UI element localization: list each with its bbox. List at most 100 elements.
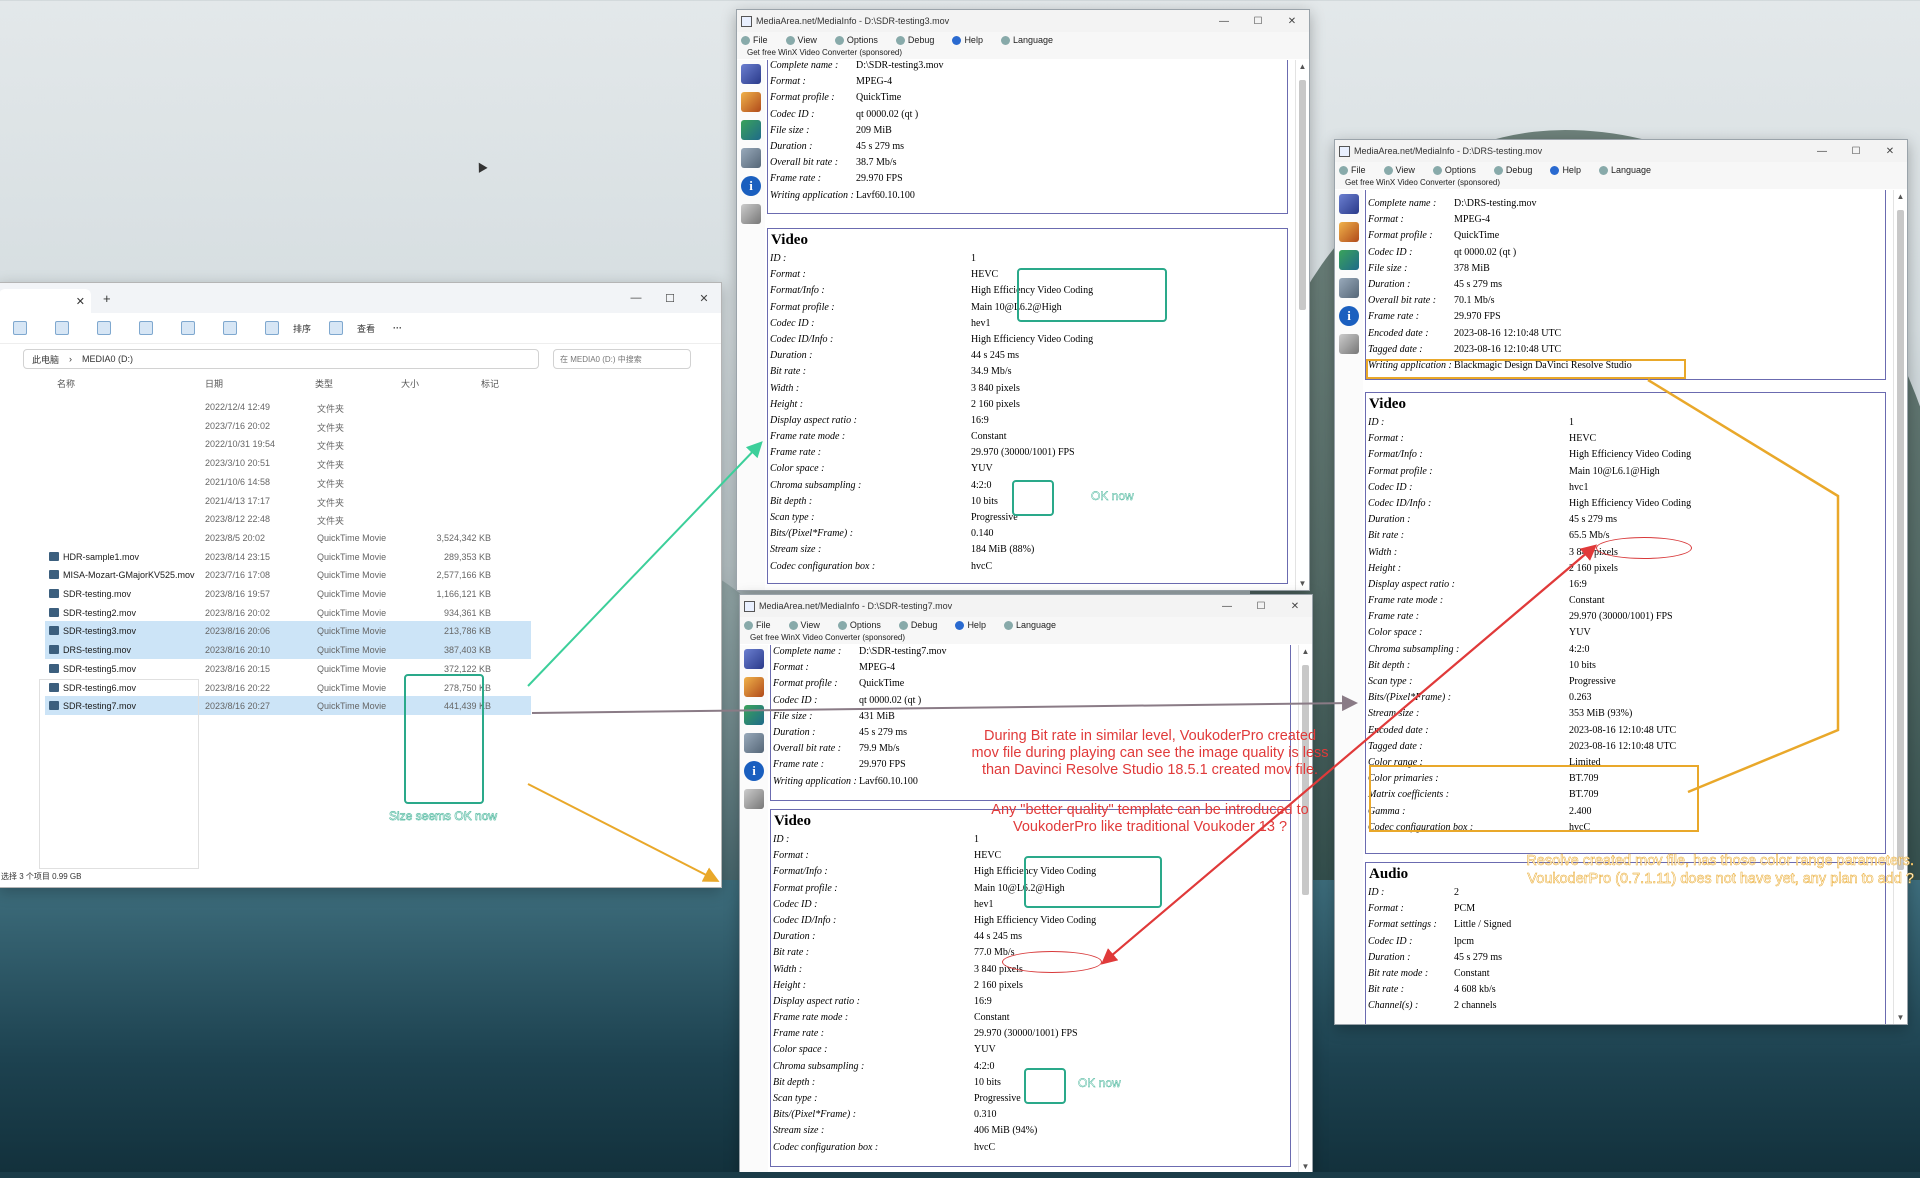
scroll-down-icon[interactable]: ▼ bbox=[1299, 1162, 1312, 1171]
breadcrumb-drive[interactable]: MEDIA0 (D:) bbox=[82, 354, 133, 364]
scrollbar-thumb[interactable] bbox=[1299, 80, 1306, 310]
scroll-down-icon[interactable]: ▼ bbox=[1894, 1013, 1907, 1022]
sponsor-link[interactable]: Get free WinX Video Converter (sponsored… bbox=[737, 48, 1309, 59]
minimize-button[interactable]: — bbox=[619, 292, 653, 304]
file-row[interactable]: 2023/3/10 20:51 文件夹 bbox=[45, 453, 531, 472]
maximize-button[interactable]: ☐ bbox=[1244, 601, 1278, 612]
scroll-down-icon[interactable]: ▼ bbox=[1296, 579, 1309, 588]
minimize-button[interactable]: — bbox=[1210, 601, 1244, 612]
minimize-button[interactable]: — bbox=[1207, 16, 1241, 27]
new-tab-icon[interactable]: + bbox=[103, 291, 111, 306]
scroll-up-icon[interactable]: ▲ bbox=[1299, 647, 1312, 656]
delete-icon[interactable] bbox=[223, 321, 237, 335]
tab-close-icon[interactable]: ✕ bbox=[76, 295, 85, 308]
file-row[interactable]: 2023/8/5 20:02 QuickTime Movie 3,524,342 K… bbox=[45, 528, 531, 547]
open-folder-icon[interactable] bbox=[744, 677, 764, 697]
file-row[interactable]: SDR-testing2.mov 2023/8/16 20:02 QuickTime… bbox=[45, 603, 531, 622]
menu-debug[interactable]: Debug bbox=[895, 35, 934, 45]
preferences-icon[interactable] bbox=[744, 733, 764, 753]
vertical-scrollbar[interactable]: ▲ ▼ bbox=[1295, 60, 1309, 590]
menu-help[interactable]: Help bbox=[1550, 165, 1581, 175]
sort-icon[interactable] bbox=[265, 321, 279, 335]
sponsor-link[interactable]: Get free WinX Video Converter (sponsored… bbox=[1335, 178, 1907, 189]
rename-icon[interactable] bbox=[139, 321, 153, 335]
menu-debug[interactable]: Debug bbox=[1493, 165, 1532, 175]
vertical-scrollbar[interactable]: ▲ ▼ bbox=[1893, 190, 1907, 1024]
menu-file[interactable]: File bbox=[744, 620, 771, 630]
info-icon[interactable]: i bbox=[741, 176, 761, 196]
copy-icon[interactable] bbox=[55, 321, 69, 335]
more-button[interactable]: ··· bbox=[393, 323, 402, 333]
preferences-icon[interactable] bbox=[1339, 278, 1359, 298]
menu-language[interactable]: Language bbox=[1000, 35, 1053, 45]
file-row[interactable]: HDR-sample1.mov 2023/8/14 23:15 QuickTime … bbox=[45, 547, 531, 566]
file-row[interactable]: MISA-Mozart-GMajorKV525.mov 2023/7/16 17:… bbox=[45, 565, 531, 584]
maximize-button[interactable]: ☐ bbox=[653, 292, 687, 305]
vertical-scrollbar[interactable]: ▲ ▼ bbox=[1298, 645, 1312, 1173]
file-row[interactable]: SDR-testing.mov 2023/8/16 19:57 QuickTime … bbox=[45, 584, 531, 603]
column-date[interactable]: 日期 bbox=[205, 377, 223, 390]
open-file-icon[interactable] bbox=[1339, 194, 1359, 214]
export-icon[interactable] bbox=[744, 705, 764, 725]
export-icon[interactable] bbox=[1339, 250, 1359, 270]
menu-options[interactable]: Options bbox=[834, 35, 878, 45]
column-type[interactable]: 类型 bbox=[315, 377, 333, 390]
export-icon[interactable] bbox=[741, 120, 761, 140]
file-row[interactable]: 2021/10/6 14:58 文件夹 bbox=[45, 472, 531, 491]
info-icon[interactable]: i bbox=[1339, 306, 1359, 326]
file-row[interactable]: DRS-testing.mov 2023/8/16 20:10 QuickTime … bbox=[45, 640, 531, 660]
menu-view[interactable]: View bbox=[785, 35, 817, 45]
maximize-button[interactable]: ☐ bbox=[1241, 16, 1275, 27]
file-row[interactable]: 2022/10/31 19:54 文件夹 bbox=[45, 434, 531, 453]
file-row[interactable]: 2021/4/13 17:17 文件夹 bbox=[45, 491, 531, 510]
search-input[interactable]: 在 MEDIA0 (D:) 中搜索 bbox=[553, 349, 691, 369]
menu-options[interactable]: Options bbox=[1432, 165, 1476, 175]
file-row[interactable]: 2023/8/12 22:48 文件夹 bbox=[45, 509, 531, 528]
menu-language[interactable]: Language bbox=[1598, 165, 1651, 175]
view-icon[interactable] bbox=[329, 321, 344, 335]
file-row[interactable]: SDR-testing3.mov 2023/8/16 20:06 QuickTime… bbox=[45, 621, 531, 641]
menu-file[interactable]: File bbox=[1339, 165, 1366, 175]
open-file-icon[interactable] bbox=[744, 649, 764, 669]
menu-view[interactable]: View bbox=[788, 620, 820, 630]
view-button[interactable]: 查看 bbox=[357, 322, 375, 335]
menu-debug[interactable]: Debug bbox=[898, 620, 937, 630]
open-folder-icon[interactable] bbox=[1339, 222, 1359, 242]
cut-icon[interactable] bbox=[13, 321, 27, 335]
menu-help[interactable]: Help bbox=[955, 620, 986, 630]
menu-options[interactable]: Options bbox=[837, 620, 881, 630]
breadcrumb-this-pc[interactable]: 此电脑 bbox=[32, 353, 59, 366]
sort-button[interactable]: 排序 bbox=[293, 322, 311, 335]
address-bar[interactable]: 此电脑 › MEDIA0 (D:) bbox=[23, 349, 539, 369]
share-icon[interactable] bbox=[181, 321, 195, 335]
column-name[interactable]: 名称 bbox=[57, 377, 75, 390]
scroll-up-icon[interactable]: ▲ bbox=[1894, 192, 1907, 201]
maximize-button[interactable]: ☐ bbox=[1839, 146, 1873, 157]
knowledge-icon[interactable] bbox=[744, 789, 764, 809]
menu-file[interactable]: File bbox=[741, 35, 768, 45]
paste-icon[interactable] bbox=[97, 321, 111, 335]
sponsor-link[interactable]: Get free WinX Video Converter (sponsored… bbox=[740, 633, 1312, 644]
preferences-icon[interactable] bbox=[741, 148, 761, 168]
menu-view[interactable]: View bbox=[1383, 165, 1415, 175]
menu-language[interactable]: Language bbox=[1003, 620, 1056, 630]
info-icon[interactable]: i bbox=[744, 761, 764, 781]
close-button[interactable]: ✕ bbox=[1278, 601, 1312, 612]
column-size[interactable]: 大小 bbox=[401, 377, 419, 390]
close-button[interactable]: ✕ bbox=[687, 292, 721, 305]
file-row[interactable]: 2023/7/16 20:02 文件夹 bbox=[45, 416, 531, 435]
open-file-icon[interactable] bbox=[741, 64, 761, 84]
minimize-button[interactable]: — bbox=[1805, 146, 1839, 157]
close-button[interactable]: ✕ bbox=[1873, 146, 1907, 157]
knowledge-icon[interactable] bbox=[1339, 334, 1359, 354]
open-folder-icon[interactable] bbox=[741, 92, 761, 112]
file-row[interactable]: 2022/12/4 12:49 文件夹 bbox=[45, 397, 531, 416]
scroll-up-icon[interactable]: ▲ bbox=[1296, 62, 1309, 71]
knowledge-icon[interactable] bbox=[741, 204, 761, 224]
close-button[interactable]: ✕ bbox=[1275, 16, 1309, 27]
explorer-tab[interactable]: ✕ bbox=[0, 289, 91, 313]
column-tag[interactable]: 标记 bbox=[481, 377, 499, 390]
scrollbar-thumb[interactable] bbox=[1302, 665, 1309, 895]
scrollbar-thumb[interactable] bbox=[1897, 210, 1904, 870]
menu-help[interactable]: Help bbox=[952, 35, 983, 45]
